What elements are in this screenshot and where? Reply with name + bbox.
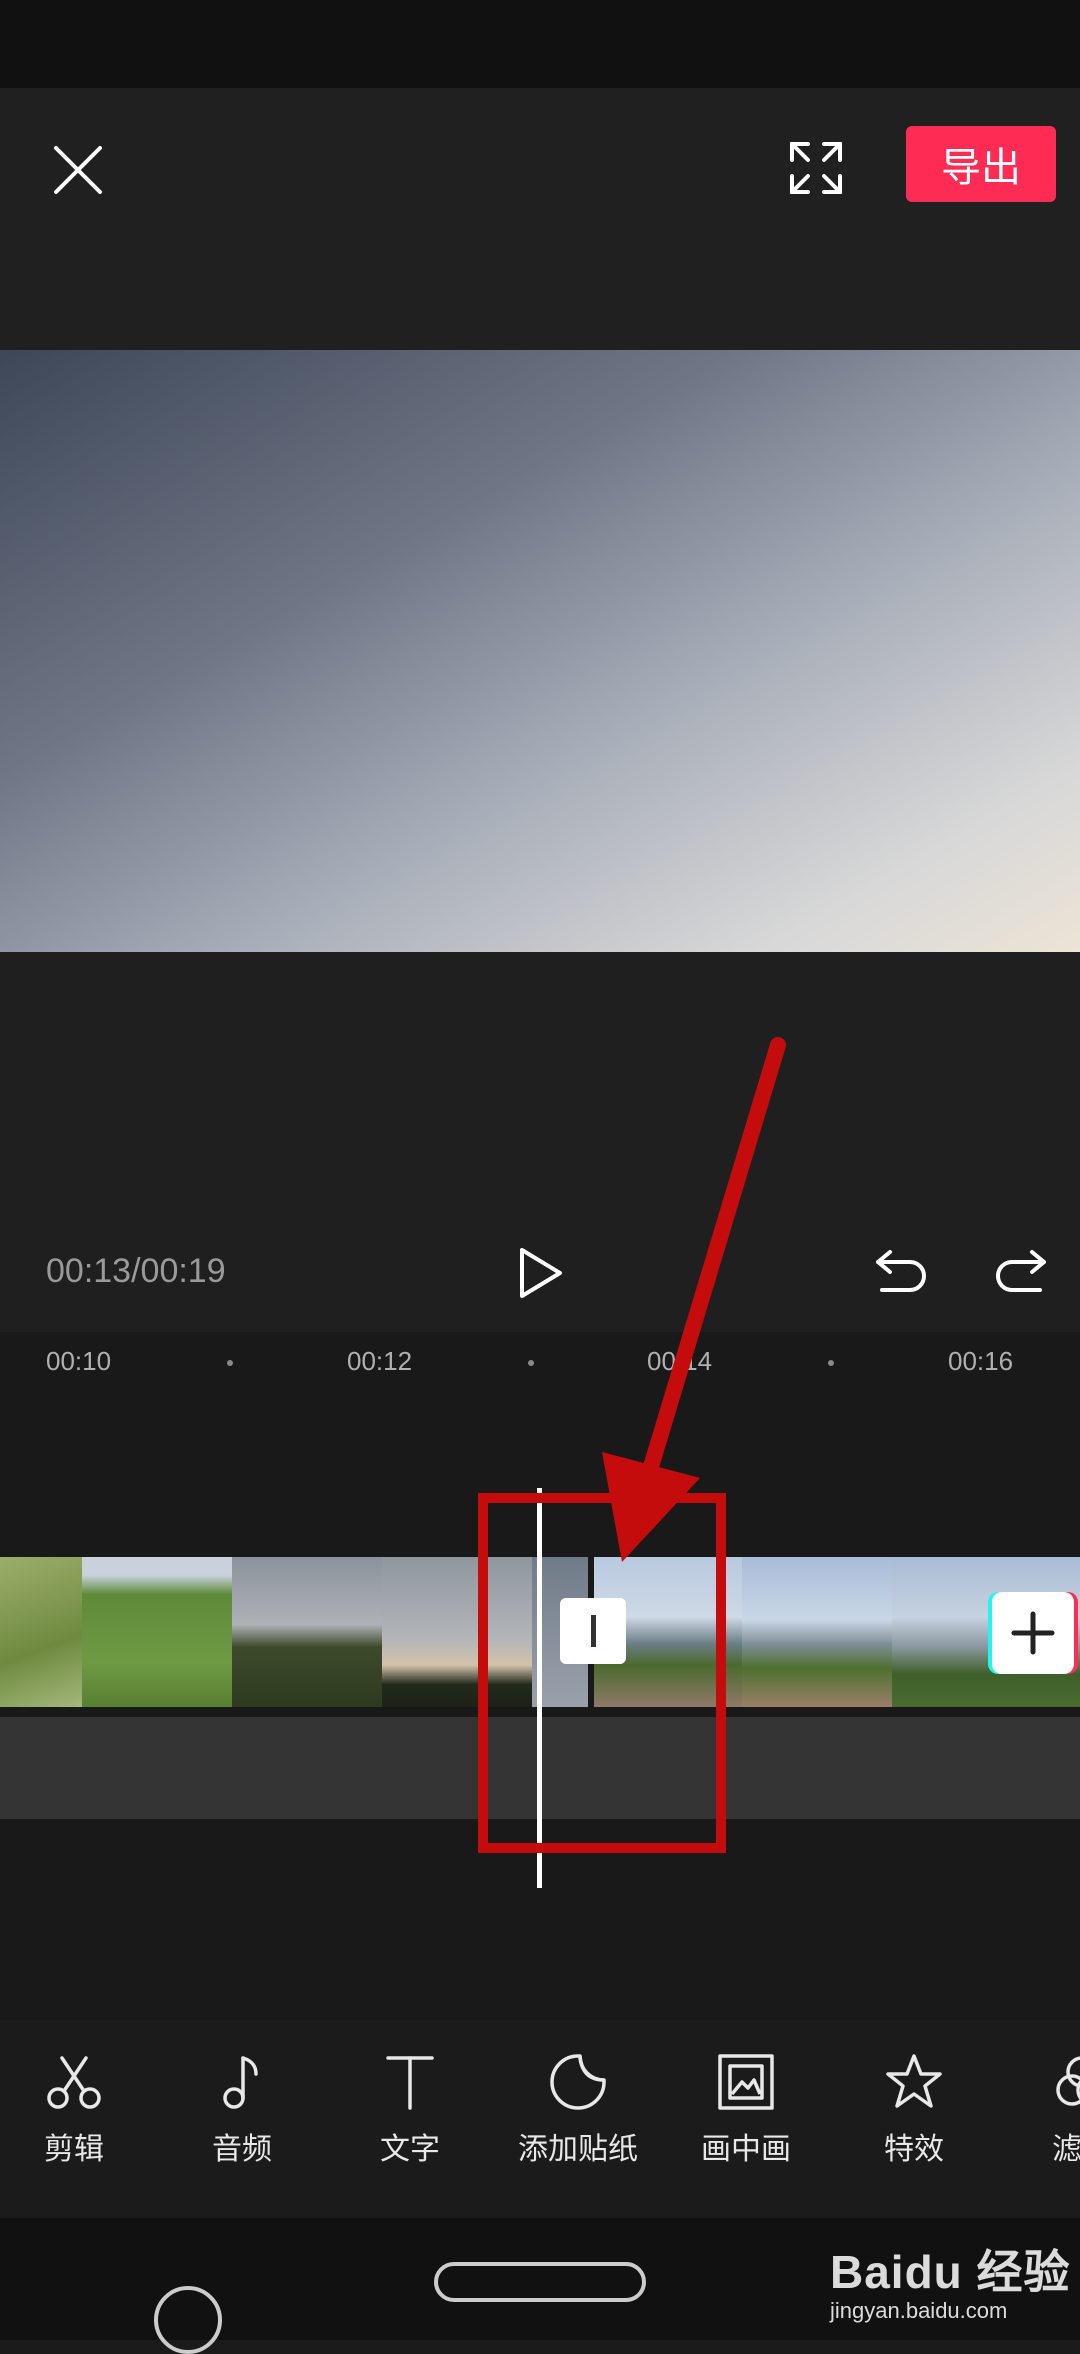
toolbar-item-sticker[interactable]: 添加贴纸 (508, 2050, 648, 2168)
toolbar-item-pip[interactable]: 画中画 (676, 2050, 816, 2168)
clip-thumbnail (232, 1557, 382, 1707)
text-icon (386, 2056, 434, 2110)
toolbar-item-label: 滤 (1052, 2133, 1080, 2166)
music-note-icon (223, 2056, 258, 2109)
redo-button[interactable] (990, 1248, 1050, 1298)
ruler-tick-dot (528, 1360, 534, 1366)
ruler-tick-label: 00:10 (46, 1346, 112, 1376)
clip-thumbnail (742, 1557, 892, 1707)
toolbar-item-label: 特效 (884, 2133, 944, 2166)
fullscreen-icon (790, 142, 842, 194)
export-button[interactable]: 导出 (906, 126, 1056, 202)
home-indicator[interactable] (434, 2262, 646, 2302)
timeline-ruler: 00:10 00:12 00:14 00:16 (0, 1332, 1080, 1392)
app-switcher-logo-icon[interactable] (154, 2286, 222, 2354)
undo-icon (876, 1250, 926, 1292)
star-effect-icon (886, 2054, 942, 2108)
clip-thumbnail (0, 1557, 82, 1707)
editor-toolbar: 剪辑 音频 文字 添加贴纸 画中画 特效 滤 (0, 2020, 1080, 2218)
plus-icon (1011, 1611, 1055, 1655)
clip-thumbnail (82, 1557, 232, 1707)
toolbar-item-label: 音频 (212, 2133, 272, 2166)
redo-icon (996, 1250, 1046, 1292)
watermark-main-text: Baidu 经验 (830, 2246, 1071, 2298)
toolbar-item-effects[interactable]: 特效 (844, 2050, 984, 2168)
toolbar-item-audio[interactable]: 音频 (172, 2050, 312, 2168)
sticker-icon (550, 2054, 606, 2110)
ruler-tick-dot (227, 1360, 233, 1366)
undo-button[interactable] (872, 1248, 932, 1298)
play-button[interactable] (516, 1246, 566, 1300)
add-clip-button[interactable] (992, 1592, 1074, 1674)
toolbar-item-label: 文字 (380, 2133, 440, 2166)
fullscreen-button[interactable] (786, 138, 846, 198)
ruler-tick-dot (828, 1360, 834, 1366)
scissors-icon (47, 2056, 101, 2109)
close-icon (54, 146, 102, 194)
playback-time: 00:13/00:19 (46, 1252, 226, 1290)
toolbar-item-label: 画中画 (701, 2133, 791, 2166)
toolbar-item-label: 添加贴纸 (518, 2133, 638, 2166)
toolbar-item-edit[interactable]: 剪辑 (4, 2050, 144, 2168)
ruler-tick-label: 00:14 (647, 1346, 713, 1376)
status-bar (0, 0, 1080, 88)
toolbar-item-filter[interactable]: 滤 (1012, 2050, 1080, 2168)
close-button[interactable] (48, 140, 108, 200)
video-preview[interactable] (0, 350, 1080, 952)
toolbar-item-text[interactable]: 文字 (340, 2050, 480, 2168)
annotation-highlight-box (478, 1493, 726, 1853)
filter-icon (1056, 2056, 1080, 2106)
baidu-jingyan-watermark: Baidu 经验 jingyan.baidu.com (830, 2236, 1071, 2324)
toolbar-item-label: 剪辑 (44, 2133, 104, 2166)
ruler-tick-label: 00:16 (948, 1346, 1014, 1376)
ruler-tick-label: 00:12 (347, 1346, 413, 1376)
picture-in-picture-icon (718, 2054, 774, 2110)
play-icon (520, 1248, 562, 1298)
